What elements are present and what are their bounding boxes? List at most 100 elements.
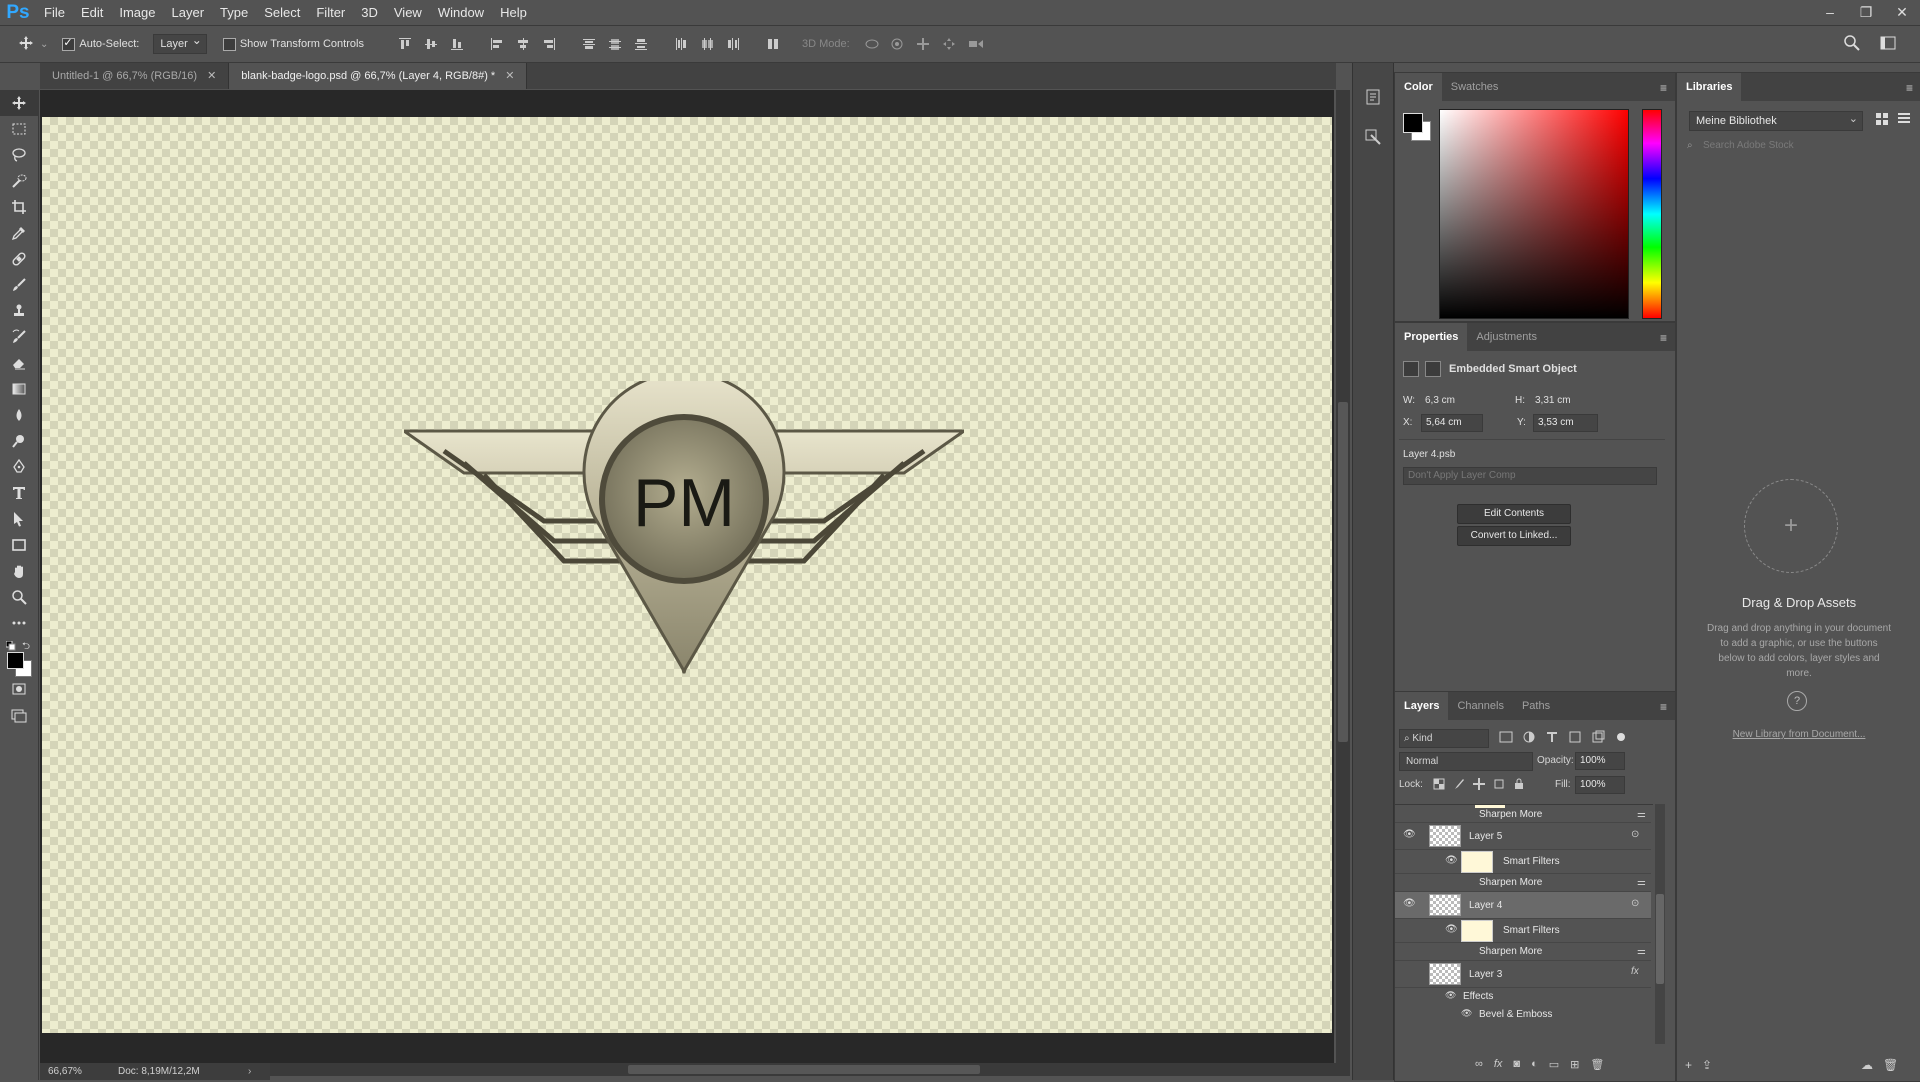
distribute-hcenter-icon[interactable] xyxy=(700,37,714,51)
move-tool-icon[interactable] xyxy=(18,35,40,54)
align-vcenter-icon[interactable] xyxy=(424,37,438,51)
clone-stamp-tool-icon[interactable] xyxy=(0,298,38,324)
distribute-bottom-icon[interactable] xyxy=(634,37,648,51)
stock-search-input[interactable]: ⌕ Search Adobe Stock xyxy=(1685,137,1920,155)
visibility-eye-icon[interactable]: 👁 xyxy=(1445,855,1458,866)
visibility-eye-icon[interactable]: 👁 xyxy=(1445,924,1458,935)
move-tool-icon[interactable] xyxy=(0,90,38,116)
menu-view[interactable]: View xyxy=(386,0,430,25)
menu-select[interactable]: Select xyxy=(256,0,308,25)
menu-window[interactable]: Window xyxy=(430,0,492,25)
3d-roll-icon[interactable] xyxy=(890,37,904,51)
width-value[interactable]: 6,3 cm xyxy=(1425,395,1455,406)
horizontal-scrollbar[interactable] xyxy=(270,1063,1350,1076)
tab-blank-badge-logo[interactable]: blank-badge-logo.psd @ 66,7% (Layer 4, R… xyxy=(229,63,528,89)
foreground-color-swatch[interactable] xyxy=(1403,113,1423,133)
link-layers-icon[interactable]: ∞ xyxy=(1475,1058,1483,1071)
layer-name[interactable]: Layer 5 xyxy=(1469,831,1502,842)
filter-adjustment-icon[interactable] xyxy=(1522,730,1536,744)
marquee-tool-icon[interactable] xyxy=(0,116,38,142)
lock-pixels-icon[interactable] xyxy=(1453,778,1465,790)
list-view-icon[interactable] xyxy=(1897,112,1911,129)
panel-menu-icon[interactable]: ≡ xyxy=(1660,700,1667,714)
tab-untitled-1[interactable]: Untitled-1 @ 66,7% (RGB/16) ✕ xyxy=(40,63,230,89)
list-item[interactable]: 👁 Effects xyxy=(1395,987,1651,1005)
menu-help[interactable]: Help xyxy=(492,0,535,25)
more-tools-icon[interactable] xyxy=(0,610,38,636)
fill-input[interactable]: 100% xyxy=(1575,776,1625,794)
rectangle-tool-icon[interactable] xyxy=(0,532,38,558)
layer-name[interactable]: Layer 3 xyxy=(1469,969,1502,980)
document-canvas[interactable]: PM xyxy=(42,117,1332,1033)
quick-mask-icon[interactable] xyxy=(0,676,38,702)
lock-transparency-icon[interactable] xyxy=(1433,778,1445,790)
menu-edit[interactable]: Edit xyxy=(73,0,111,25)
show-transform-checkbox[interactable] xyxy=(222,37,236,51)
close-icon[interactable]: ✕ xyxy=(207,70,216,82)
healing-brush-tool-icon[interactable] xyxy=(0,246,38,272)
add-content-icon[interactable]: + xyxy=(1685,1058,1692,1072)
tab-color[interactable]: Color xyxy=(1395,73,1442,101)
list-item[interactable]: Sharpen More ⚌ xyxy=(1395,805,1651,823)
visibility-eye-icon[interactable]: 👁 xyxy=(1461,1008,1472,1019)
horizontal-scroll-thumb[interactable] xyxy=(628,1065,980,1074)
align-left-icon[interactable] xyxy=(490,37,504,51)
add-asset-icon[interactable]: + xyxy=(1744,479,1838,573)
tab-layers[interactable]: Layers xyxy=(1395,692,1449,720)
align-hcenter-icon[interactable] xyxy=(516,37,530,51)
pen-tool-icon[interactable] xyxy=(0,454,38,480)
auto-align-icon[interactable] xyxy=(766,37,780,51)
tab-channels[interactable]: Channels xyxy=(1448,692,1512,720)
list-item[interactable]: 👁 Bevel & Emboss xyxy=(1395,1005,1651,1023)
auto-select-checkbox[interactable] xyxy=(62,36,76,51)
distribute-right-icon[interactable] xyxy=(726,37,740,51)
edit-contents-button[interactable]: Edit Contents xyxy=(1457,504,1571,524)
visibility-eye-icon[interactable]: 👁 xyxy=(1403,898,1416,909)
filter-options-icon[interactable]: ⚌ xyxy=(1637,809,1646,820)
tool-preset-chevron-icon[interactable]: ⌄ xyxy=(40,39,48,50)
new-layer-icon[interactable]: ⊞ xyxy=(1570,1058,1579,1071)
hand-tool-icon[interactable] xyxy=(0,558,38,584)
minimize-icon[interactable]: – xyxy=(1812,0,1848,25)
type-tool-icon[interactable] xyxy=(0,480,38,506)
crop-tool-icon[interactable] xyxy=(0,194,38,220)
character-panel-icon[interactable] xyxy=(1353,117,1393,157)
x-position-input[interactable]: 5,64 cm xyxy=(1421,414,1483,432)
lock-all-icon[interactable] xyxy=(1513,778,1525,790)
tab-libraries[interactable]: Libraries xyxy=(1677,73,1742,101)
cloud-sync-icon[interactable]: ☁ xyxy=(1861,1058,1873,1072)
dodge-tool-icon[interactable] xyxy=(0,428,38,454)
menu-filter[interactable]: Filter xyxy=(308,0,353,25)
convert-to-linked-button[interactable]: Convert to Linked... xyxy=(1457,526,1571,546)
y-position-input[interactable]: 3,53 cm xyxy=(1533,414,1598,432)
tab-paths[interactable]: Paths xyxy=(1513,692,1559,720)
tab-swatches[interactable]: Swatches xyxy=(1442,73,1508,101)
layers-scrollbar[interactable] xyxy=(1655,804,1665,1044)
delete-icon[interactable]: 🗑 xyxy=(1883,1058,1898,1072)
delete-layer-icon[interactable]: 🗑 xyxy=(1590,1058,1604,1071)
distribute-left-icon[interactable] xyxy=(674,37,688,51)
quick-selection-tool-icon[interactable] xyxy=(0,168,38,194)
search-icon[interactable] xyxy=(1844,35,1860,54)
align-right-icon[interactable] xyxy=(542,37,556,51)
list-item[interactable]: 👁 Smart Filters xyxy=(1395,849,1651,874)
foreground-color-swatch[interactable] xyxy=(7,652,24,669)
panel-menu-icon[interactable]: ≡ xyxy=(1906,81,1913,95)
menu-layer[interactable]: Layer xyxy=(164,0,213,25)
layer-row-layer-4[interactable]: 👁 Layer 4 ⊙ xyxy=(1395,892,1651,919)
mask-icon[interactable] xyxy=(1425,361,1441,377)
tab-properties[interactable]: Properties xyxy=(1395,323,1468,351)
fx-icon[interactable]: fx xyxy=(1631,966,1639,977)
filter-toggle-icon[interactable] xyxy=(1614,730,1628,744)
panel-menu-icon[interactable]: ≡ xyxy=(1660,81,1667,95)
layer-row-layer-5[interactable]: 👁 Layer 5 ⊙ xyxy=(1395,823,1651,850)
workspace-switcher-icon[interactable] xyxy=(1880,36,1896,53)
align-bottom-icon[interactable] xyxy=(450,37,464,51)
upload-icon[interactable]: ⇪ xyxy=(1702,1058,1712,1072)
new-group-icon[interactable]: ▭ xyxy=(1549,1058,1559,1071)
doc-size-info[interactable]: Doc: 8,19M/12,2M xyxy=(118,1066,248,1077)
hue-slider[interactable] xyxy=(1642,109,1662,319)
grid-view-icon[interactable] xyxy=(1875,112,1889,129)
vertical-scroll-thumb[interactable] xyxy=(1338,402,1348,742)
new-adjustment-icon[interactable]: ◐ xyxy=(1531,1058,1538,1071)
